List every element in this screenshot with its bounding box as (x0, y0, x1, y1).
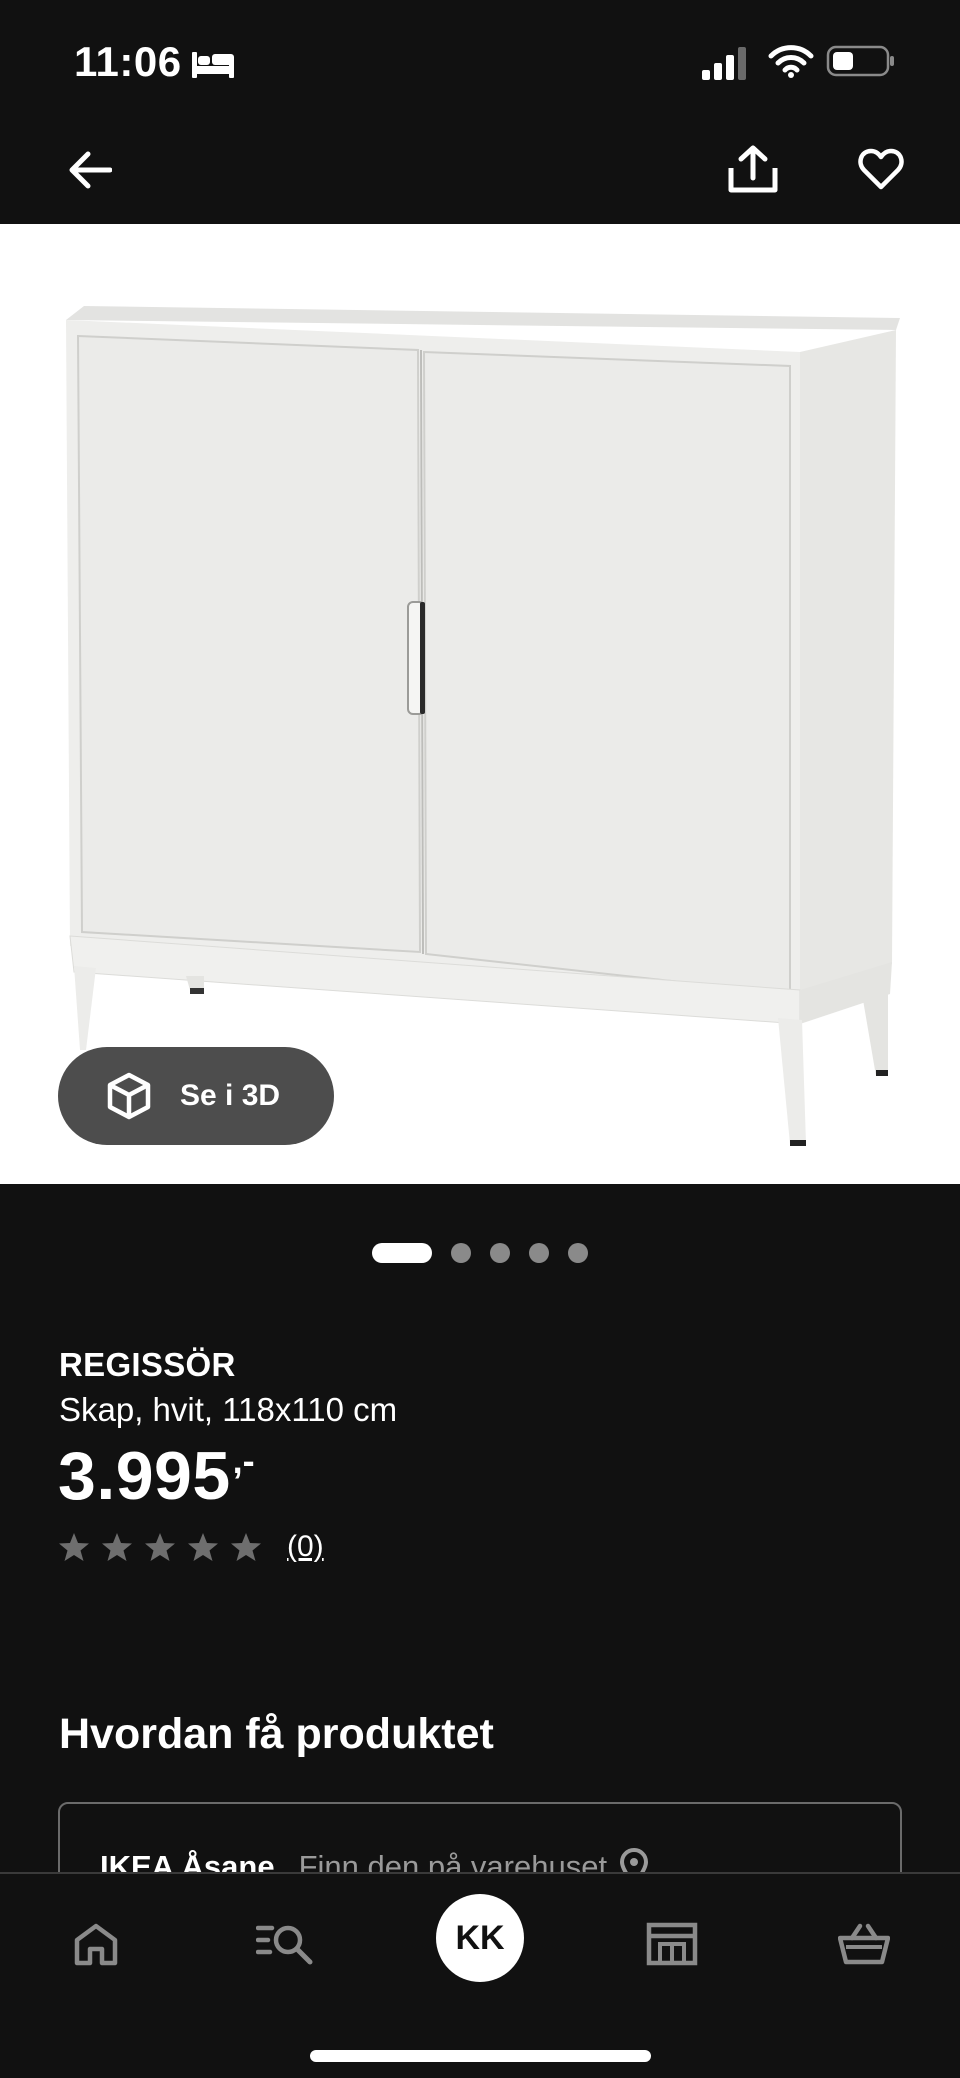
product-description: Skap, hvit, 118x110 cm (59, 1391, 398, 1428)
star-icon (102, 1533, 132, 1561)
cabinet-illustration (66, 306, 900, 1146)
tab-stores[interactable] (632, 1904, 712, 1984)
carousel-dot-4[interactable] (529, 1243, 549, 1263)
status-time: 11:06 (74, 38, 182, 85)
star-icon (145, 1533, 175, 1561)
star-icon (59, 1533, 89, 1561)
share-icon (728, 145, 778, 193)
bottom-tab-bar: KK (0, 1872, 960, 2078)
cube-3d-icon (107, 1072, 151, 1120)
home-icon (74, 1923, 118, 1966)
top-navigation (0, 120, 960, 224)
status-bar: 11:06 (0, 0, 960, 120)
tab-profile[interactable]: KK (436, 1894, 524, 1982)
star-icon (231, 1533, 261, 1561)
star-icon (188, 1533, 218, 1561)
product-image[interactable] (0, 224, 960, 1184)
tab-home[interactable] (56, 1904, 136, 1984)
wifi-icon (768, 45, 814, 78)
cart-icon (838, 1923, 890, 1965)
product-name: REGISSÖR (59, 1346, 236, 1383)
share-button[interactable] (724, 138, 782, 200)
bed-icon (192, 52, 234, 78)
rating-row[interactable]: (0) (58, 1530, 324, 1564)
carousel-dot-2[interactable] (451, 1243, 471, 1263)
price-suffix: ,- (232, 1440, 255, 1481)
product-price: 3.995 ,- (58, 1436, 255, 1516)
view-in-3d-button[interactable]: Se i 3D (58, 1047, 334, 1145)
tab-cart[interactable] (824, 1904, 904, 1984)
home-indicator[interactable] (310, 2050, 651, 2062)
carousel-dot-1[interactable] (372, 1243, 432, 1263)
heart-icon (858, 148, 904, 190)
view-in-3d-label: Se i 3D (180, 1079, 281, 1112)
image-carousel-indicator (372, 1242, 607, 1264)
signal-icon (702, 47, 746, 80)
search-list-icon (256, 1925, 313, 1965)
back-arrow-icon (69, 151, 112, 189)
back-button[interactable] (62, 142, 118, 198)
review-count-link[interactable]: (0) (287, 1530, 324, 1564)
profile-avatar-initials: KK (455, 1918, 505, 1957)
favorite-button[interactable] (854, 142, 908, 196)
carousel-dot-3[interactable] (490, 1243, 510, 1263)
carousel-dot-5[interactable] (568, 1243, 588, 1263)
store-icon (646, 1922, 698, 1966)
battery-icon (826, 45, 894, 77)
tab-search[interactable] (246, 1904, 326, 1984)
availability-section-title: Hvordan få produktet (59, 1710, 494, 1758)
price-amount: 3.995 (58, 1438, 231, 1514)
